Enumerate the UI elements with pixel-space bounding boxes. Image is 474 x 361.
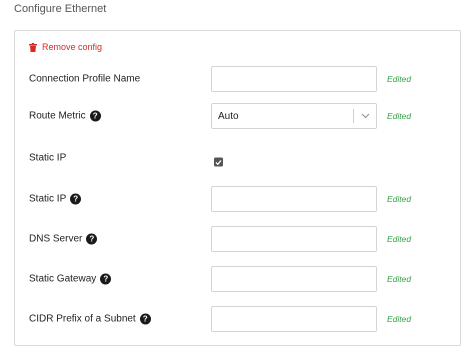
cidr-prefix-label: CIDR Prefix of a Subnet ?: [29, 313, 151, 325]
route-metric-label: Route Metric ?: [29, 110, 101, 122]
trash-icon: [29, 42, 37, 52]
checkmark-icon: [215, 159, 222, 165]
edited-status: Edited: [387, 74, 412, 84]
connection-profile-name-input[interactable]: [211, 66, 377, 92]
help-icon[interactable]: ?: [139, 313, 151, 325]
static-ip-row: Static IP ? Edited: [15, 186, 460, 212]
connection-profile-name-label: Connection Profile Name: [29, 73, 141, 85]
edited-status: Edited: [387, 234, 412, 244]
connection-profile-name-row: Connection Profile Name Edited: [15, 66, 460, 92]
static-ip-toggle-label: Static IP: [29, 152, 67, 164]
remove-config-label: Remove config: [42, 42, 103, 52]
dns-server-input[interactable]: [211, 226, 377, 252]
static-gateway-input[interactable]: [211, 266, 377, 292]
dns-server-row: DNS Server ? Edited: [15, 226, 460, 252]
edited-status: Edited: [387, 314, 412, 324]
remove-config-button[interactable]: Remove config: [29, 42, 102, 52]
static-ip-label: Static IP ?: [29, 193, 82, 205]
route-metric-select[interactable]: Auto: [211, 103, 377, 129]
route-metric-row: Route Metric ? Auto Edited: [15, 103, 460, 129]
static-ip-checkbox[interactable]: [214, 157, 223, 167]
dns-server-label: DNS Server ?: [29, 233, 98, 245]
cidr-prefix-row: CIDR Prefix of a Subnet ? Edited: [15, 306, 460, 332]
cidr-prefix-input[interactable]: [211, 306, 377, 332]
help-icon[interactable]: ?: [100, 273, 112, 285]
help-icon[interactable]: ?: [89, 110, 101, 122]
static-gateway-row: Static Gateway ? Edited: [15, 266, 460, 292]
edited-status: Edited: [387, 111, 412, 121]
static-ip-toggle-row: Static IP: [15, 147, 460, 173]
edited-status: Edited: [387, 194, 412, 204]
help-icon[interactable]: ?: [86, 233, 98, 245]
ethernet-config-panel: Remove config Connection Profile Name Ed…: [14, 30, 461, 346]
page-title: Configure Ethernet: [14, 3, 107, 15]
chevron-down-icon[interactable]: [354, 104, 376, 128]
edited-status: Edited: [387, 274, 412, 284]
route-metric-selected-value: Auto: [218, 110, 239, 122]
static-ip-input[interactable]: [211, 186, 377, 212]
static-gateway-label: Static Gateway ?: [29, 273, 112, 285]
help-icon[interactable]: ?: [70, 193, 82, 205]
